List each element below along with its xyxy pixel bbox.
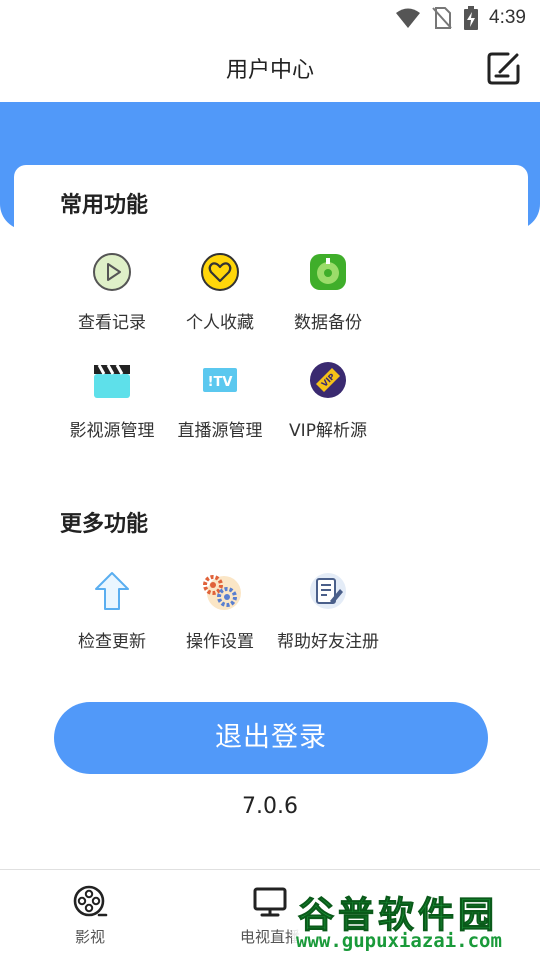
vip-source-label: VIP解析源 — [289, 421, 367, 441]
section-title-more: 更多功能 — [60, 512, 149, 537]
document-edit-icon — [310, 573, 346, 609]
heart-icon — [201, 253, 239, 291]
film-reel-icon — [73, 885, 108, 917]
section-title-common: 常用功能 — [60, 193, 149, 218]
play-history-icon — [93, 253, 131, 291]
monitor-icon — [253, 887, 287, 917]
clapperboard-icon — [94, 364, 130, 398]
invite-friend-label: 帮助好友注册 — [277, 632, 379, 652]
vip-source-item[interactable]: VIP VIP解析源 — [274, 358, 382, 441]
tv-icon: !TV — [203, 368, 237, 392]
version-text: 7.0.6 — [242, 794, 298, 819]
page-title: 用户中心 — [225, 58, 314, 83]
status-time: 4:39 — [489, 7, 526, 28]
check-update-label: 检查更新 — [78, 632, 146, 652]
live-source-label: 直播源管理 — [177, 421, 263, 441]
user-center-screen: 4:39 用户中心 常用功能 查看记录 个人收藏 数据备份 影视源管理 !TV … — [0, 0, 540, 960]
nav-item-movies[interactable]: 影视 — [0, 870, 180, 960]
header: 用户中心 — [0, 36, 540, 102]
favorites-item[interactable]: 个人收藏 — [166, 250, 274, 333]
settings-item[interactable]: 操作设置 — [166, 569, 274, 652]
favorites-label: 个人收藏 — [186, 313, 254, 333]
upload-arrow-icon — [95, 572, 129, 610]
battery-charging-icon — [464, 6, 479, 30]
edit-button[interactable] — [486, 50, 522, 86]
backup-item[interactable]: 数据备份 — [274, 250, 382, 333]
vip-ticket-icon: VIP — [310, 362, 346, 398]
status-bar: 4:39 — [0, 0, 540, 36]
live-source-item[interactable]: !TV 直播源管理 — [166, 358, 274, 441]
watermark: 谷普软件园 www.gupuxiazai.com — [292, 884, 540, 960]
backup-label: 数据备份 — [294, 313, 362, 333]
check-update-item[interactable]: 检查更新 — [58, 569, 166, 652]
watermark-url: www.gupuxiazai.com — [296, 930, 502, 952]
edit-icon — [487, 52, 520, 85]
nav-label-movies: 影视 — [74, 928, 105, 946]
video-source-label: 影视源管理 — [69, 421, 155, 441]
logout-button[interactable]: 退出登录 — [54, 702, 488, 774]
history-label: 查看记录 — [78, 313, 146, 333]
gears-icon — [203, 575, 241, 610]
svg-text:!TV: !TV — [208, 375, 233, 390]
no-sim-icon — [432, 7, 452, 29]
wifi-icon — [396, 8, 421, 28]
backup-icon — [310, 254, 346, 290]
settings-label: 操作设置 — [186, 632, 254, 652]
invite-friend-item[interactable]: 帮助好友注册 — [274, 569, 382, 652]
video-source-item[interactable]: 影视源管理 — [58, 358, 166, 441]
status-icons: 4:39 — [395, 6, 526, 30]
history-item[interactable]: 查看记录 — [58, 250, 166, 333]
